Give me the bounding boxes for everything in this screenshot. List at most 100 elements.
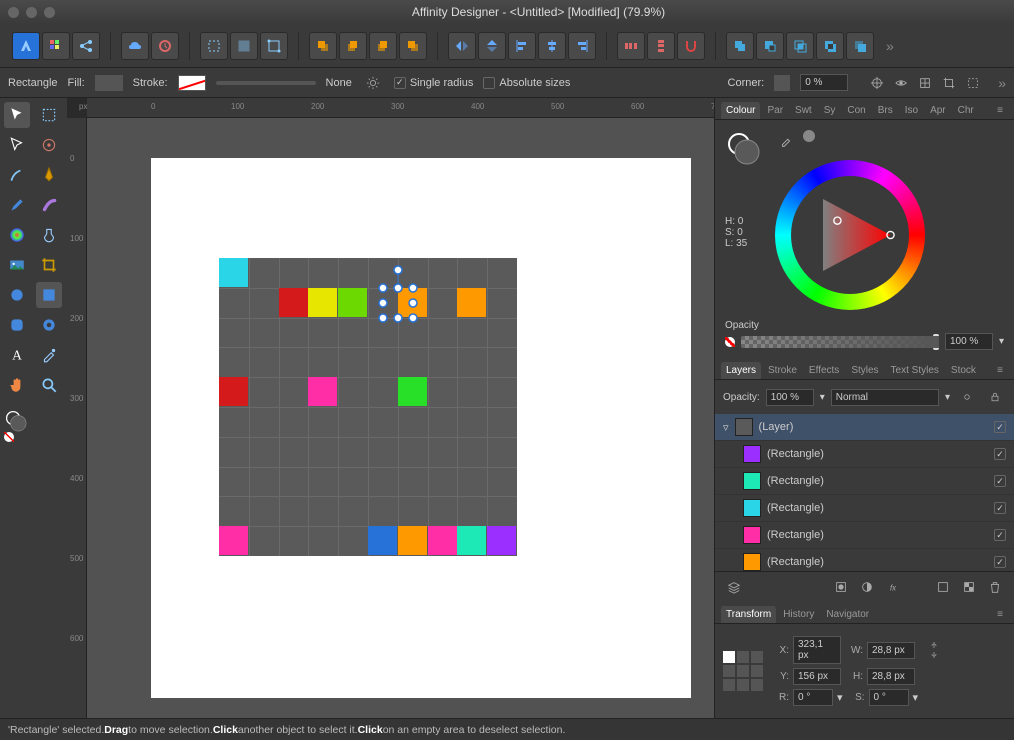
colored-cell[interactable] — [398, 526, 427, 555]
grid-artwork[interactable] — [219, 258, 517, 556]
colored-cell[interactable] — [487, 526, 516, 555]
layer-gear-icon[interactable] — [956, 386, 978, 408]
colored-cell[interactable] — [338, 288, 367, 317]
colored-cell[interactable] — [308, 288, 337, 317]
layer-row[interactable]: (Rectangle)✓ — [715, 468, 1014, 495]
target-icon[interactable] — [866, 72, 888, 94]
grid-icon[interactable] — [914, 72, 936, 94]
r-dropdown-icon[interactable]: ▾ — [837, 691, 843, 704]
panel-tab[interactable]: Effects — [804, 362, 844, 379]
transform-x[interactable]: 323,1 px — [793, 636, 841, 664]
hand-tool[interactable] — [4, 372, 30, 398]
flip-v-icon[interactable] — [478, 32, 506, 60]
text-tool[interactable]: A — [4, 342, 30, 368]
persona-pixel[interactable] — [42, 32, 70, 60]
boolean-subtract-icon[interactable] — [756, 32, 784, 60]
panel-tab[interactable]: History — [778, 606, 819, 623]
eyedropper-tool[interactable] — [36, 342, 62, 368]
eyedropper-icon[interactable] — [775, 130, 797, 152]
selection-handles[interactable] — [378, 266, 418, 322]
colored-cell[interactable] — [279, 288, 308, 317]
panel-tab[interactable]: Colour — [721, 102, 760, 119]
pencil-tool[interactable] — [4, 162, 30, 188]
s-dropdown-icon[interactable]: ▾ — [913, 691, 919, 704]
context-overflow-icon[interactable]: » — [998, 75, 1006, 91]
layer-row[interactable]: (Rectangle)✓ — [715, 549, 1014, 571]
stroke-width-slider[interactable] — [216, 81, 316, 85]
transform-y[interactable]: 156 px — [793, 668, 841, 685]
colored-cell[interactable] — [398, 377, 427, 406]
boolean-xor-icon[interactable] — [816, 32, 844, 60]
visibility-checkbox[interactable]: ✓ — [994, 475, 1006, 487]
colored-cell[interactable] — [219, 377, 248, 406]
arrange-forward-icon[interactable] — [369, 32, 397, 60]
mask-icon[interactable] — [830, 576, 852, 598]
panel-tab[interactable]: Swt — [790, 102, 817, 119]
align-right-icon[interactable] — [568, 32, 596, 60]
colour-selector[interactable] — [725, 130, 765, 170]
bounds-icon[interactable] — [962, 72, 984, 94]
layer-row[interactable]: (Rectangle)✓ — [715, 495, 1014, 522]
persona-designer[interactable] — [12, 32, 40, 60]
color-selector[interactable] — [4, 402, 30, 442]
close-window[interactable] — [8, 7, 19, 18]
transform-s[interactable]: 0 ° — [869, 689, 909, 706]
ruler-vertical[interactable]: 0100200300400500600 — [67, 118, 87, 718]
snap-icon[interactable] — [677, 32, 705, 60]
visibility-checkbox[interactable]: ✓ — [994, 556, 1006, 568]
ellipse-tool[interactable] — [4, 282, 30, 308]
panel-menu-icon[interactable]: ≡ — [992, 102, 1008, 119]
colored-cell[interactable] — [457, 288, 486, 317]
corner-type[interactable] — [774, 75, 790, 91]
visibility-checkbox[interactable]: ✓ — [994, 448, 1006, 460]
anchor-selector[interactable] — [723, 651, 763, 691]
colored-cell[interactable] — [428, 526, 457, 555]
blend-mode[interactable]: Normal — [831, 389, 939, 406]
fill-tool[interactable] — [4, 222, 30, 248]
select-dotted-icon[interactable] — [200, 32, 228, 60]
layer-row[interactable]: (Rectangle)✓ — [715, 522, 1014, 549]
delete-layer-icon[interactable] — [984, 576, 1006, 598]
canvas[interactable] — [87, 118, 714, 718]
transparency-tool[interactable] — [36, 222, 62, 248]
panel-tab[interactable]: Layers — [721, 362, 761, 379]
colored-cell[interactable] — [308, 377, 337, 406]
panel-menu-icon[interactable]: ≡ — [992, 362, 1008, 379]
colored-cell[interactable] — [457, 526, 486, 555]
zoom-tool[interactable] — [36, 372, 62, 398]
panel-tab[interactable]: Chr — [953, 102, 979, 119]
distribute-v-icon[interactable] — [647, 32, 675, 60]
opacity-none-icon[interactable] — [725, 337, 735, 347]
node-tool[interactable] — [4, 132, 30, 158]
stroke-swatch[interactable] — [178, 75, 206, 91]
persona-export[interactable] — [72, 32, 100, 60]
cloud-icon[interactable] — [121, 32, 149, 60]
link-wh-icon[interactable] — [923, 639, 945, 661]
opacity-slider[interactable] — [741, 336, 939, 348]
corner-tool[interactable] — [36, 132, 62, 158]
zoom-window[interactable] — [44, 7, 55, 18]
boolean-divide-icon[interactable] — [846, 32, 874, 60]
layer-opacity-dropdown-icon[interactable]: ▾ — [820, 392, 825, 403]
absolute-sizes-checkbox[interactable] — [483, 77, 495, 89]
pen-tool[interactable] — [36, 162, 62, 188]
panel-tab[interactable]: Iso — [900, 102, 923, 119]
fill-swatch[interactable] — [95, 75, 123, 91]
roundrect-tool[interactable] — [4, 312, 30, 338]
ruler-horizontal[interactable]: px 0100200300400500600700 — [87, 98, 714, 118]
align-center-icon[interactable] — [538, 32, 566, 60]
arrange-back-icon[interactable] — [309, 32, 337, 60]
layers-icon[interactable] — [723, 576, 745, 598]
artboard-tool[interactable] — [36, 102, 62, 128]
opacity-value[interactable]: 100 % — [945, 333, 993, 350]
layer-row[interactable]: ▿(Layer)✓ — [715, 414, 1014, 441]
gear-icon[interactable] — [362, 72, 384, 94]
eye-icon[interactable] — [890, 72, 912, 94]
place-tool[interactable] — [4, 252, 30, 278]
corner-value[interactable]: 0 % — [800, 74, 848, 91]
flip-h-icon[interactable] — [448, 32, 476, 60]
transform-w[interactable]: 28,8 px — [867, 642, 915, 659]
colour-triangle[interactable] — [805, 190, 895, 280]
toolbar-overflow-icon[interactable]: » — [886, 38, 894, 54]
add-layer-icon[interactable] — [932, 576, 954, 598]
